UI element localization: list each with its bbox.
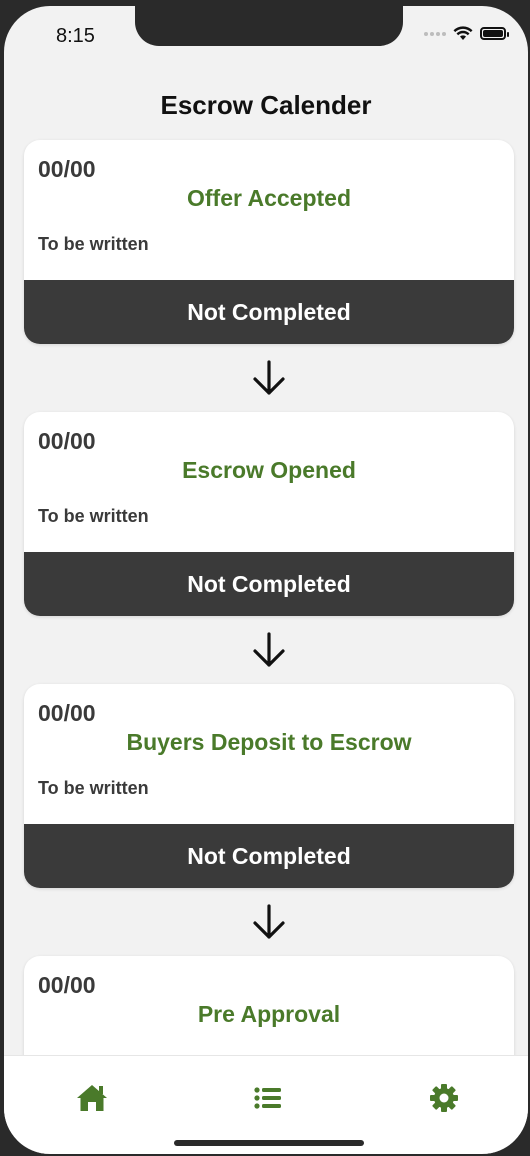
tab-bar bbox=[4, 1055, 528, 1154]
step-description: To be written bbox=[38, 506, 149, 526]
step-card-escrow-opened[interactable]: 00/00 Escrow Opened To be written Not Co… bbox=[24, 412, 514, 616]
tab-list[interactable] bbox=[246, 1076, 290, 1120]
gear-icon bbox=[430, 1084, 458, 1112]
step-card-buyers-deposit[interactable]: 00/00 Buyers Deposit to Escrow To be wri… bbox=[24, 684, 514, 888]
battery-icon bbox=[480, 27, 509, 40]
status-icons bbox=[424, 26, 509, 41]
step-status-button[interactable]: Not Completed bbox=[24, 552, 514, 616]
tab-settings[interactable] bbox=[422, 1076, 466, 1120]
phone-screen: 8:15 Escrow Calender 00/00 Offer Accepte… bbox=[4, 6, 528, 1154]
arrow-down-icon bbox=[24, 616, 514, 684]
status-time: 8:15 bbox=[56, 25, 95, 47]
device-notch bbox=[135, 6, 403, 46]
step-date: 00/00 bbox=[38, 428, 96, 454]
home-icon bbox=[77, 1085, 107, 1111]
status-bar: 8:15 bbox=[4, 6, 528, 66]
step-title: Pre Approval bbox=[197, 1001, 341, 1027]
list-icon bbox=[254, 1087, 281, 1109]
page-title: Escrow Calender bbox=[160, 90, 372, 120]
step-date: 00/00 bbox=[38, 156, 96, 182]
step-status-button[interactable]: Not Completed bbox=[24, 280, 514, 344]
step-description: To be written bbox=[38, 778, 149, 798]
home-indicator[interactable] bbox=[174, 1140, 364, 1146]
step-title: Buyers Deposit to Escrow bbox=[126, 729, 412, 755]
arrow-down-icon bbox=[24, 344, 514, 412]
step-date: 00/00 bbox=[38, 700, 96, 726]
tab-home[interactable] bbox=[70, 1076, 114, 1120]
step-date: 00/00 bbox=[38, 972, 96, 998]
step-card-offer-accepted[interactable]: 00/00 Offer Accepted To be written Not C… bbox=[24, 140, 514, 344]
step-status-button[interactable]: Not Completed bbox=[24, 824, 514, 888]
signal-icon bbox=[424, 31, 446, 36]
step-title: Offer Accepted bbox=[186, 185, 352, 211]
arrow-down-icon bbox=[24, 888, 514, 956]
wifi-icon bbox=[453, 26, 473, 40]
escrow-step-list[interactable]: 00/00 Offer Accepted To be written Not C… bbox=[24, 140, 514, 1154]
step-description: To be written bbox=[38, 234, 149, 254]
step-title: Escrow Opened bbox=[182, 457, 356, 483]
